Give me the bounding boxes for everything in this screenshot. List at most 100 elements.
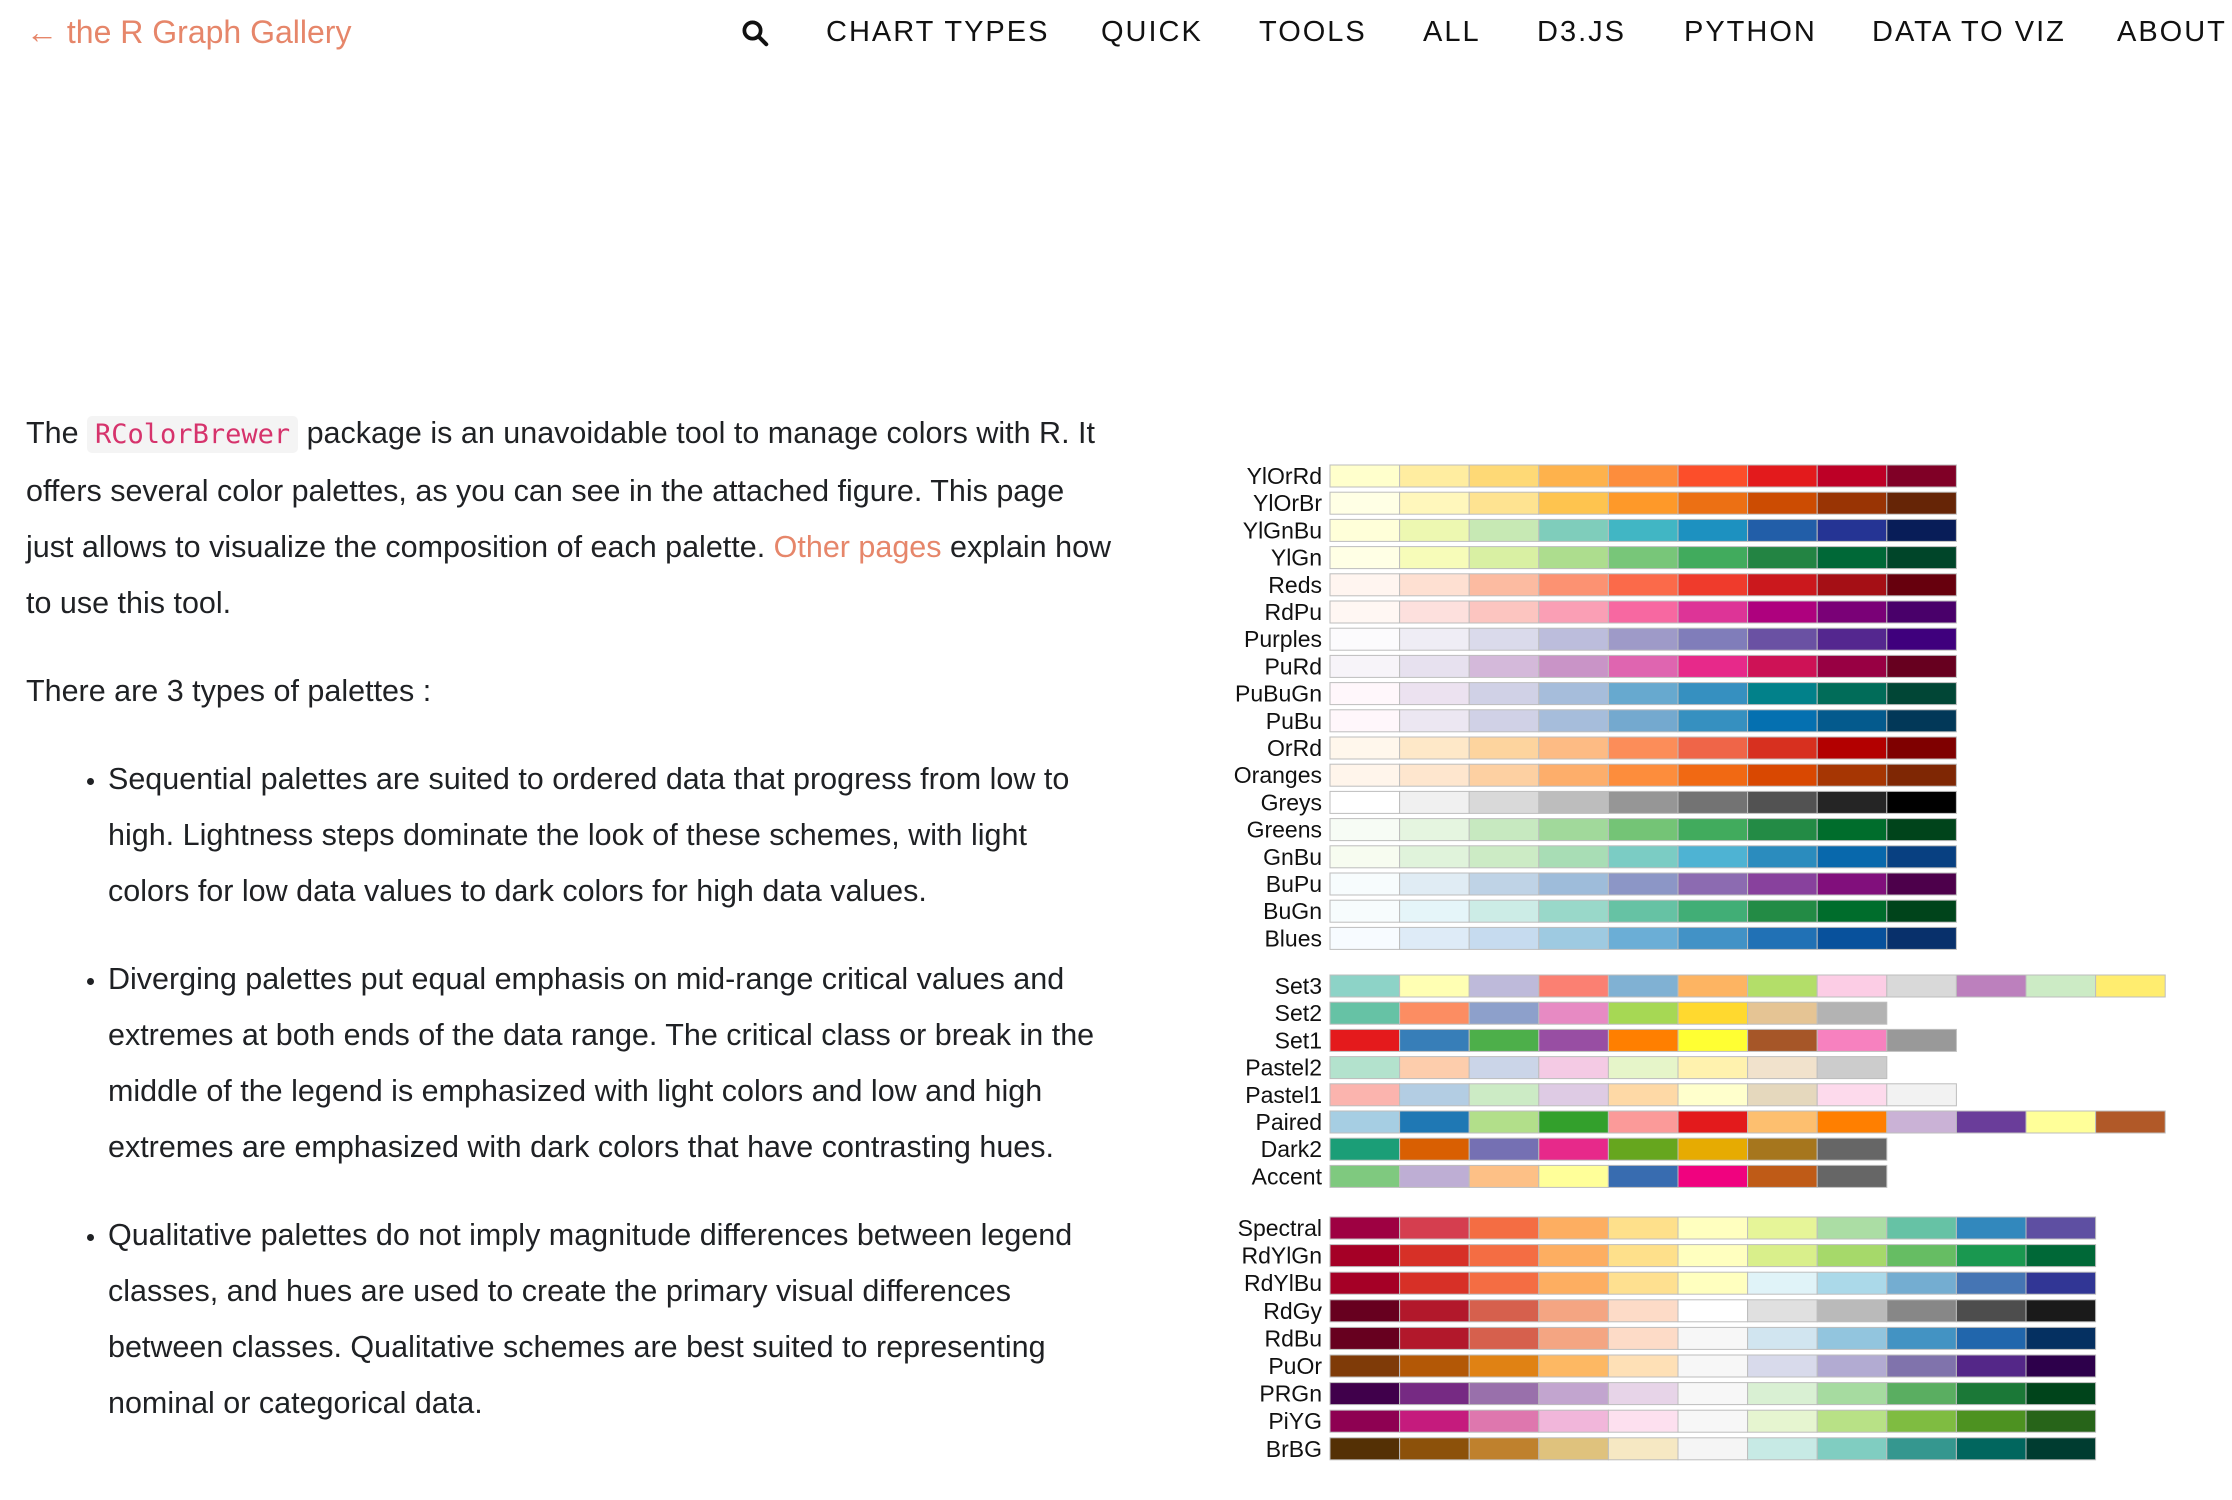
nav-data-to-viz[interactable]: DATA TO VIZ xyxy=(1872,16,2066,49)
color-swatch xyxy=(1538,1382,1609,1406)
color-swatch xyxy=(1538,491,1609,515)
color-swatch xyxy=(1468,763,1540,787)
nav-all[interactable]: ALL xyxy=(1423,16,1481,49)
color-swatch xyxy=(1538,1326,1609,1350)
color-swatch xyxy=(1468,1244,1540,1268)
color-swatch xyxy=(1538,845,1609,869)
color-swatch xyxy=(1747,845,1818,869)
palette-label: YlGn xyxy=(1271,545,1322,571)
color-swatch xyxy=(1677,818,1749,842)
color-swatch xyxy=(2025,1110,2097,1134)
color-swatch xyxy=(1886,1437,1957,1461)
color-swatch xyxy=(2025,1244,2097,1268)
color-swatch xyxy=(1747,1056,1818,1080)
rcolorbrewer-code: RColorBrewer xyxy=(87,416,299,453)
color-swatch xyxy=(1607,763,1679,787)
other-pages-link[interactable]: Other pages xyxy=(774,530,942,564)
color-swatch xyxy=(1677,709,1749,733)
color-swatch xyxy=(1468,1299,1540,1323)
color-swatch xyxy=(1816,1164,1888,1188)
color-swatch xyxy=(1607,1001,1679,1025)
nav-d3js[interactable]: D3.JS xyxy=(1537,16,1626,49)
color-swatch xyxy=(1468,1028,1540,1052)
qualitative-palettes-item: Qualitative palettes do not imply magnit… xyxy=(108,1207,1116,1431)
color-swatch xyxy=(1955,1326,2027,1350)
color-swatch xyxy=(1607,573,1679,597)
color-swatch xyxy=(1747,926,1818,950)
color-swatch xyxy=(2025,1354,2097,1378)
color-swatch xyxy=(1468,464,1540,488)
color-swatch xyxy=(1538,1001,1609,1025)
color-swatch xyxy=(1538,1083,1609,1107)
color-swatch xyxy=(1816,1271,1888,1295)
nav-python[interactable]: PYTHON xyxy=(1684,16,1817,49)
color-swatch xyxy=(1468,627,1540,651)
color-swatch xyxy=(1468,1110,1540,1134)
color-swatch xyxy=(1677,682,1749,706)
color-swatch xyxy=(1955,1354,2027,1378)
color-swatch xyxy=(1816,1083,1888,1107)
color-swatch xyxy=(1538,1409,1609,1433)
palette-label: RdBu xyxy=(1264,1325,1322,1351)
color-swatch xyxy=(1538,763,1609,787)
color-swatch xyxy=(1886,573,1957,597)
color-swatch xyxy=(1538,600,1609,624)
color-swatch xyxy=(1816,1382,1888,1406)
color-swatch xyxy=(1816,736,1888,760)
color-swatch xyxy=(1955,1216,2027,1240)
color-swatch xyxy=(1677,1409,1749,1433)
color-swatch xyxy=(1607,1164,1679,1188)
color-swatch xyxy=(1399,627,1470,651)
color-swatch xyxy=(1747,573,1818,597)
color-swatch xyxy=(1677,845,1749,869)
nav-about[interactable]: ABOUT xyxy=(2117,16,2227,49)
color-swatch xyxy=(1886,1028,1957,1052)
palette-label: OrRd xyxy=(1267,735,1322,761)
color-swatch xyxy=(1677,1110,1749,1134)
color-swatch xyxy=(1747,627,1818,651)
color-swatch xyxy=(1886,1216,1957,1240)
color-swatch xyxy=(1468,926,1540,950)
color-swatch xyxy=(1329,1028,1401,1052)
color-swatch xyxy=(1747,1271,1818,1295)
color-swatch xyxy=(1747,464,1818,488)
color-swatch xyxy=(1747,899,1818,923)
color-swatch xyxy=(1816,709,1888,733)
color-swatch xyxy=(1538,1437,1609,1461)
color-swatch xyxy=(1538,974,1609,998)
color-swatch xyxy=(1607,1354,1679,1378)
color-swatch xyxy=(1607,1437,1679,1461)
color-swatch xyxy=(1538,1354,1609,1378)
nav-chart-types[interactable]: CHART TYPES xyxy=(826,16,1049,49)
color-swatch xyxy=(1955,974,2027,998)
nav-quick[interactable]: QUICK xyxy=(1101,16,1203,49)
color-swatch xyxy=(1329,926,1401,950)
color-swatch xyxy=(1399,1164,1470,1188)
color-swatch xyxy=(1816,1028,1888,1052)
color-swatch xyxy=(1329,1437,1401,1461)
intro-text-start: The xyxy=(26,416,88,450)
color-swatch xyxy=(1677,1164,1749,1188)
color-swatch xyxy=(1886,926,1957,950)
color-swatch xyxy=(1399,1001,1470,1025)
color-swatch xyxy=(1399,654,1470,678)
color-swatch xyxy=(1329,1244,1401,1268)
color-swatch xyxy=(1607,1216,1679,1240)
color-swatch xyxy=(1538,1110,1609,1134)
color-swatch xyxy=(1747,872,1818,896)
color-swatch xyxy=(1399,518,1470,542)
color-swatch xyxy=(1886,709,1957,733)
color-swatch xyxy=(1816,600,1888,624)
palette-label: PuRd xyxy=(1264,653,1322,679)
color-swatch xyxy=(1399,709,1470,733)
color-swatch xyxy=(1886,518,1957,542)
nav-tools[interactable]: TOOLS xyxy=(1259,16,1367,49)
color-swatch xyxy=(1607,491,1679,515)
color-swatch xyxy=(1607,1326,1679,1350)
color-swatch xyxy=(1747,736,1818,760)
color-swatch xyxy=(1747,682,1818,706)
color-swatch xyxy=(1538,1299,1609,1323)
palette-label: Paired xyxy=(1256,1109,1322,1135)
color-swatch xyxy=(1886,464,1957,488)
color-swatch xyxy=(1468,1409,1540,1433)
